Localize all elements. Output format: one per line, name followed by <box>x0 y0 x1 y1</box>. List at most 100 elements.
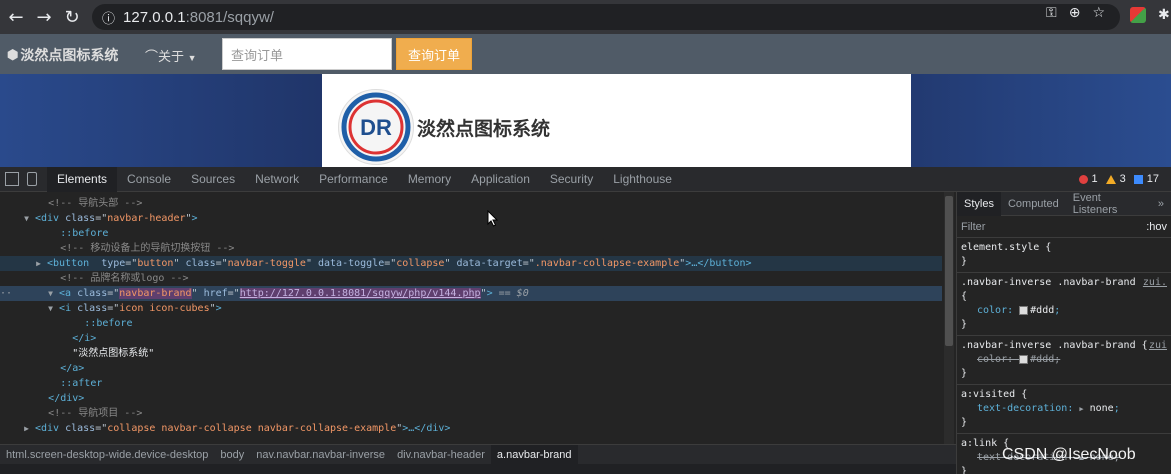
extension-icon[interactable] <box>1130 7 1146 23</box>
order-search-button[interactable]: 查询订单 <box>396 38 472 70</box>
logo-title: 淡然点图标系统 <box>417 119 551 140</box>
breadcrumb-item[interactable]: div.navbar-header <box>391 445 491 465</box>
dom-node-line[interactable]: <!-- 品牌名称或logo --> <box>0 271 942 286</box>
breadcrumb-item[interactable]: html.screen-desktop-wide.device-desktop <box>0 445 214 465</box>
tab-lighthouse[interactable]: Lighthouse <box>603 167 682 192</box>
expand-arrow-icon[interactable]: ▼ <box>48 289 53 298</box>
rule-source-link[interactable]: zui. <box>1143 276 1167 290</box>
tag-end: >…</button> <box>685 258 752 269</box>
expand-arrow-icon[interactable]: ▶ <box>36 259 41 268</box>
search-placeholder: 查询订单 <box>231 47 284 63</box>
expand-arrow-icon[interactable]: ▼ <box>24 214 29 223</box>
rss-icon: ⌒ <box>145 49 159 64</box>
issue-counters[interactable]: 1 3 17 <box>1078 173 1159 185</box>
forward-icon[interactable]: → <box>30 3 58 31</box>
attr-name: data-toggle <box>317 258 385 269</box>
tab-security[interactable]: Security <box>540 167 603 192</box>
zoom-icon[interactable]: ⊕ <box>1069 5 1081 21</box>
reload-icon[interactable]: ↻ <box>58 3 86 31</box>
css-property[interactable]: color: #ddd; <box>961 304 1167 318</box>
order-search-input[interactable]: 查询订单 <box>222 38 392 70</box>
back-icon[interactable]: ← <box>2 3 30 31</box>
styles-tab-computed[interactable]: Computed <box>1001 192 1066 216</box>
href-link[interactable]: http://127.0.0.1:8081/sqqyw/php/v144.php <box>239 288 481 299</box>
warning-icon <box>1105 174 1116 184</box>
star-icon[interactable]: ☆ <box>1092 5 1105 21</box>
styles-filter[interactable]: Filter :hov <box>957 216 1171 238</box>
attr-name: class <box>77 303 108 314</box>
tab-console[interactable]: Console <box>117 167 181 192</box>
dom-node-line[interactable]: </div> <box>0 391 942 406</box>
css-property[interactable]: color: #ddd; <box>961 353 1167 367</box>
dom-node-line[interactable]: ▼ <i class="icon icon-cubes"> <box>0 301 942 316</box>
tab-sources[interactable]: Sources <box>181 167 245 192</box>
pseudo-element: ::before <box>84 318 133 329</box>
error-count: 1 <box>1091 173 1098 185</box>
rule-close-brace: } <box>961 256 968 267</box>
dom-node-line[interactable]: ▶ <button type="button" class="navbar-to… <box>0 256 942 271</box>
info-icon[interactable]: ⓘ <box>102 8 115 27</box>
address-bar[interactable]: ⓘ 127.0.0.1:8081/sqqyw/ <box>92 4 1120 30</box>
styles-tab-styles[interactable]: Styles <box>957 192 1001 216</box>
rule-open-brace: { <box>961 291 968 302</box>
breadcrumb-item[interactable]: a.navbar-brand <box>490 444 578 465</box>
navbar-brand[interactable]: ⬢ 淡然点图标系统 <box>7 45 118 65</box>
dom-node-line[interactable]: ▶ <div class="collapse navbar-collapse n… <box>0 421 942 436</box>
devtools-panel: Elements Console Sources Network Performance… <box>0 166 1171 474</box>
tab-performance[interactable]: Performance <box>309 167 398 192</box>
dom-node-line[interactable]: ::before <box>0 226 942 241</box>
device-toolbar-icon[interactable] <box>27 172 37 186</box>
css-rule[interactable]: zui. .navbar-inverse .navbar-brand { color:… <box>957 273 1171 336</box>
more-tabs-icon[interactable]: » <box>1151 192 1171 216</box>
dom-node-line[interactable]: <!-- 移动设备上的导航切换按钮 --> <box>0 241 942 256</box>
dom-node-line[interactable]: ·· ▼ <a class="navbar-brand" href="http:… <box>0 286 942 301</box>
dom-node-line[interactable]: ::before <box>0 316 942 331</box>
expand-arrow-icon[interactable]: ▶ <box>24 424 29 433</box>
logo-graphic: DR <box>341 92 411 162</box>
key-icon[interactable]: ⚿ <box>1046 5 1057 21</box>
expand-arrow-icon[interactable]: ▶ <box>1079 405 1083 413</box>
dom-node-line[interactable]: </i> <box>0 331 942 346</box>
rule-selector: .navbar-inverse .navbar-brand <box>961 277 1136 288</box>
elements-tree[interactable]: <!-- 导航头部 --> ▼ <div class="navbar-heade… <box>0 192 942 444</box>
css-rule[interactable]: a:visited {text-decoration: ▶ none;} <box>957 385 1171 434</box>
extensions: ✱ <box>1130 7 1170 23</box>
styles-tab-bar: Styles Computed Event Listeners» <box>957 192 1171 216</box>
elements-scrollbar[interactable] <box>944 192 954 444</box>
dom-node-line[interactable]: "淡然点图标系统" <box>0 346 942 361</box>
css-rule[interactable]: element.style {} <box>957 238 1171 273</box>
tag-name: div <box>40 423 60 434</box>
breadcrumb-item[interactable]: nav.navbar.navbar-inverse <box>250 445 391 465</box>
pseudo-element: ::after <box>60 378 103 389</box>
tab-application[interactable]: Application <box>461 167 540 192</box>
inspect-icon[interactable] <box>5 172 19 186</box>
drawer-edge <box>0 464 956 474</box>
color-swatch[interactable] <box>1019 354 1029 364</box>
tab-elements[interactable]: Elements <box>47 166 118 192</box>
expand-arrow-icon[interactable]: ▼ <box>48 304 53 313</box>
dom-node-line[interactable]: ::after <box>0 376 942 391</box>
dom-node-line[interactable]: ▼ <div class="navbar-header"> <box>0 211 942 226</box>
closing-tag: </a> <box>60 363 85 374</box>
css-property[interactable]: text-decoration: ▶ none; <box>961 402 1167 416</box>
css-rule[interactable]: zui .navbar-inverse .navbar-brand {color:… <box>957 336 1171 385</box>
styles-pane: Styles Computed Event Listeners» Filter :h… <box>956 192 1171 474</box>
breadcrumb-item[interactable]: body <box>214 445 250 465</box>
puzzle-icon[interactable]: ✱ <box>1158 7 1170 23</box>
rule-source-link[interactable]: zui <box>1149 339 1167 353</box>
attr-name: class <box>65 423 96 434</box>
url-path: :8081/sqqyw/ <box>185 8 274 26</box>
hov-toggle[interactable]: :hov <box>1146 221 1167 233</box>
more-dots-icon[interactable]: ·· <box>0 288 12 299</box>
web-page: ⬢ 淡然点图标系统 ⌒关于 ▼ 查询订单 查询订单 DR 淡然点图标系统 <box>0 34 1171 167</box>
color-swatch[interactable] <box>1019 305 1029 315</box>
scroll-thumb[interactable] <box>945 196 953 346</box>
about-menu[interactable]: ⌒关于 ▼ <box>145 46 197 65</box>
dom-node-line[interactable]: <!-- 导航头部 --> <box>0 196 942 211</box>
tab-memory[interactable]: Memory <box>398 167 461 192</box>
dom-node-line[interactable]: <!-- 导航项目 --> <box>0 406 942 421</box>
tab-network[interactable]: Network <box>245 167 309 192</box>
styles-tab-event-listeners[interactable]: Event Listeners <box>1066 192 1151 216</box>
attr-value: collapse <box>396 258 445 269</box>
dom-node-line[interactable]: </a> <box>0 361 942 376</box>
